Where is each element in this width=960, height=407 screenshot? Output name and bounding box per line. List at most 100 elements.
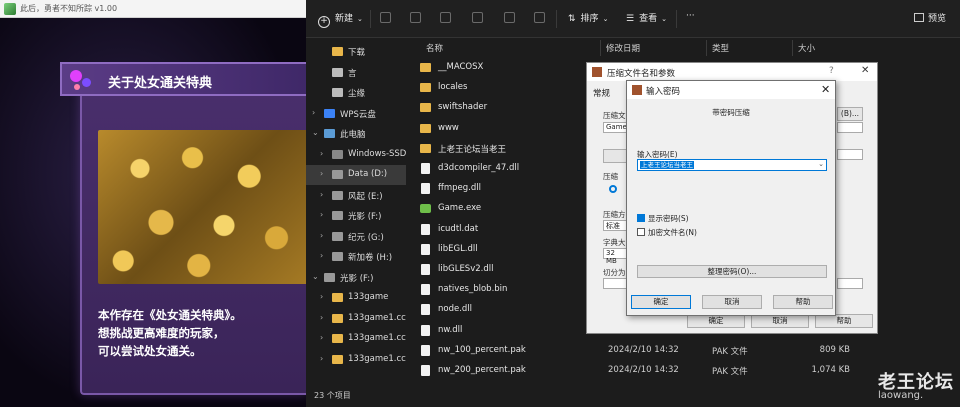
- file-icon: [421, 243, 430, 255]
- chevron-icon[interactable]: ›: [320, 292, 323, 301]
- column-header-name[interactable]: 名称: [426, 42, 443, 54]
- chevron-icon[interactable]: ›: [312, 108, 315, 117]
- nav-item[interactable]: › Windows-SSD: [306, 145, 406, 165]
- nav-item[interactable]: › 风起 (E:): [306, 186, 406, 206]
- game-titlebar[interactable]: 此后，勇者不知所踪 v1.00: [0, 0, 306, 18]
- new-button[interactable]: + 新建 ⌄: [318, 11, 363, 28]
- profile-dropdown[interactable]: [837, 122, 863, 133]
- nav-item-label: 光影 (F:): [348, 212, 382, 222]
- file-name: libGLESv2.dll: [438, 264, 494, 274]
- nav-item[interactable]: › 133game1.cc: [306, 350, 406, 370]
- info-card: 本作存在《处女通关特典》。 想挑战更高难度的玩家， 可以尝试处女通关。: [80, 72, 308, 395]
- nav-item[interactable]: › 133game1.cc: [306, 329, 406, 349]
- file-icon: [421, 163, 430, 174]
- folder-icon: [420, 103, 431, 113]
- chevron-down-icon: ⌄: [357, 15, 363, 23]
- delete-icon[interactable]: [534, 12, 545, 23]
- show-password-checkbox[interactable]: 显示密码(S): [637, 213, 689, 224]
- toolbar-divider: [676, 10, 677, 28]
- nav-item[interactable]: ⌄ 光影 (F:): [306, 268, 406, 288]
- encrypt-names-checkbox[interactable]: 加密文件名(N): [637, 227, 697, 238]
- chevron-icon[interactable]: ›: [320, 313, 323, 322]
- nav-item-label: 尘缘: [348, 89, 366, 99]
- profiles-button[interactable]: [603, 149, 627, 163]
- column-header-size[interactable]: 大小: [798, 42, 815, 54]
- nav-item[interactable]: ⌄ 此电脑: [306, 124, 406, 144]
- preview-button[interactable]: 预览: [914, 11, 946, 24]
- column-header-date[interactable]: 修改日期: [606, 42, 640, 54]
- file-name: ffmpeg.dll: [438, 183, 481, 194]
- chevron-icon[interactable]: ›: [320, 190, 323, 199]
- password-titlebar[interactable]: 输入密码 ✕: [627, 81, 835, 99]
- nav-item[interactable]: › 133game1.cc: [306, 309, 406, 329]
- archive-name-field[interactable]: Game.e: [603, 122, 633, 133]
- chevron-icon[interactable]: ›: [320, 169, 323, 178]
- chevron-icon[interactable]: ›: [320, 231, 323, 240]
- file-row[interactable]: nw_100_percent.pak 2024/2/10 14:32 PAK 文件 8…: [414, 341, 960, 361]
- view-button[interactable]: ☰ 查看 ⌄: [626, 11, 667, 24]
- tab-general[interactable]: 常规: [593, 87, 610, 99]
- nav-item[interactable]: 言: [306, 63, 406, 83]
- winrar-icon: [592, 67, 602, 77]
- sort-button[interactable]: ⇅ 排序 ⌄: [568, 11, 608, 24]
- nav-item-label: 风起 (E:): [348, 191, 383, 202]
- chevron-icon[interactable]: ›: [320, 333, 323, 342]
- share-icon[interactable]: [504, 12, 515, 23]
- password-help-button[interactable]: 帮助: [773, 295, 833, 309]
- split-unit-dropdown[interactable]: [837, 278, 863, 289]
- password-cancel-button[interactable]: 取消: [702, 295, 762, 309]
- file-name: nw_200_percent.pak: [438, 365, 526, 375]
- password-ok-button[interactable]: 确定: [631, 295, 691, 309]
- archive-ok-button[interactable]: 确定: [687, 314, 745, 328]
- copy-icon[interactable]: [410, 12, 421, 23]
- chevron-icon[interactable]: ›: [320, 210, 323, 219]
- update-mode-dropdown[interactable]: [837, 149, 863, 160]
- chevron-down-icon: ⌄: [602, 15, 609, 23]
- help-icon[interactable]: ?: [829, 66, 834, 76]
- column-divider[interactable]: [600, 40, 601, 56]
- dictionary-dropdown[interactable]: 32 MB: [603, 248, 627, 265]
- nav-item[interactable]: › 光影 (F:): [306, 206, 406, 226]
- nav-item-label: 纪元 (G:): [348, 232, 384, 243]
- game-stage[interactable]: 本作存在《处女通关特典》。 想挑战更高难度的玩家， 可以尝试处女通关。 关于处女…: [0, 18, 308, 407]
- archive-help-button[interactable]: 帮助: [815, 314, 873, 328]
- password-input[interactable]: 上老王论坛当老王 ⌄: [637, 159, 827, 171]
- chevron-icon[interactable]: ⌄: [312, 272, 319, 281]
- nav-item[interactable]: › WPS云盘: [306, 104, 406, 124]
- method-dropdown[interactable]: 标准: [603, 220, 627, 231]
- more-button[interactable]: ···: [686, 11, 695, 21]
- close-icon[interactable]: ✕: [821, 83, 830, 96]
- browse-button[interactable]: (B)...: [837, 107, 863, 121]
- cut-icon[interactable]: [380, 12, 391, 23]
- file-name: icudtl.dat: [438, 223, 479, 234]
- column-divider[interactable]: [706, 40, 707, 56]
- chevron-icon[interactable]: ›: [320, 354, 323, 363]
- chevron-icon[interactable]: ⌄: [312, 128, 319, 137]
- paste-icon[interactable]: [440, 12, 451, 23]
- chevron-icon[interactable]: ›: [320, 149, 323, 158]
- folder-icon: [324, 272, 335, 282]
- nav-item-label: WPS云盘: [340, 109, 376, 120]
- explorer-toolbar: + 新建 ⌄ ⇅ 排序 ⌄ ☰ 查看 ⌄ ··· 预览: [306, 0, 960, 38]
- file-type: PAK 文件: [712, 367, 748, 377]
- dictionary-label: 字典大: [603, 238, 626, 247]
- column-divider[interactable]: [792, 40, 793, 56]
- nav-item[interactable]: › 新加卷 (H:): [306, 247, 406, 267]
- column-header-type[interactable]: 类型: [712, 42, 729, 54]
- nav-item-label: Data (D:): [348, 169, 388, 179]
- nav-item[interactable]: 尘缘: [306, 83, 406, 103]
- archive-titlebar[interactable]: 压缩文件名和参数 ? ✕: [587, 63, 877, 81]
- close-icon[interactable]: ✕: [861, 65, 869, 76]
- nav-item[interactable]: › 133game: [306, 288, 406, 308]
- archive-cancel-button[interactable]: 取消: [751, 314, 809, 328]
- rename-icon[interactable]: [472, 12, 483, 23]
- split-field[interactable]: [603, 278, 627, 289]
- chevron-down-icon[interactable]: ⌄: [818, 160, 824, 168]
- manage-passwords-button[interactable]: 整理密码(O)...: [637, 265, 827, 278]
- nav-item[interactable]: 下载: [306, 42, 406, 62]
- chevron-icon[interactable]: ›: [320, 251, 323, 260]
- nav-item[interactable]: › 纪元 (G:): [306, 227, 406, 247]
- nav-item-label: 言: [348, 68, 357, 79]
- nav-item[interactable]: › Data (D:): [306, 165, 406, 185]
- rar-radio[interactable]: [609, 185, 617, 194]
